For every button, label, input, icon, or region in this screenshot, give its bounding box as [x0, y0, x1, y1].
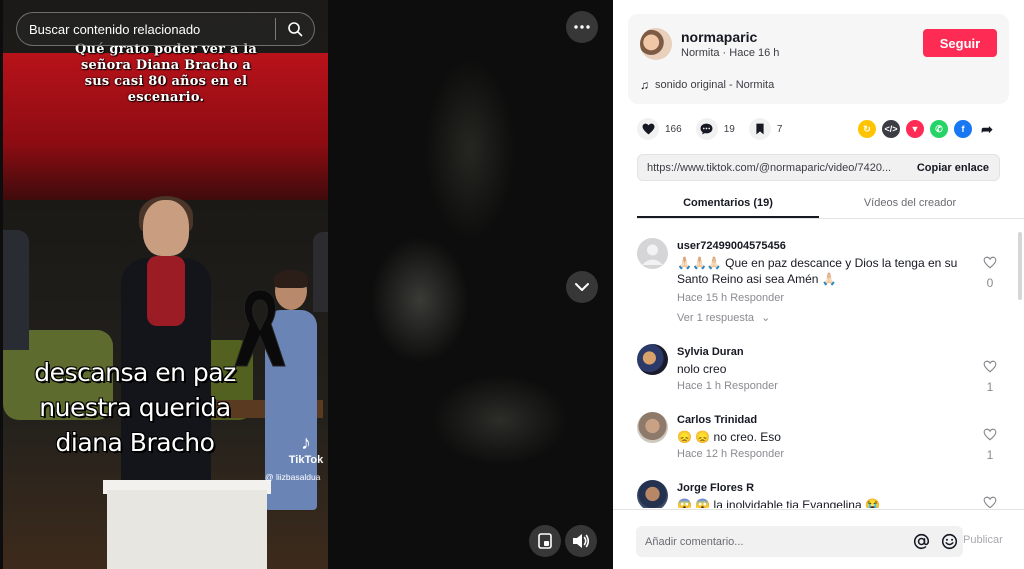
comment-meta[interactable]: Hace 12 h Responder: [677, 448, 784, 460]
search-button[interactable]: [276, 12, 314, 46]
sound-link[interactable]: ♫ sonido original - Normita: [640, 78, 774, 92]
video-player[interactable]: Qué grato poder ver a la señora Diana Br…: [3, 0, 328, 569]
details-panel: normaparic Normita · Hace 16 h Seguir ♫ …: [613, 0, 1024, 569]
emoji-icon: [941, 533, 957, 550]
at-sign-icon: [913, 533, 929, 550]
tiktok-logo-icon: ♪: [301, 432, 311, 454]
video-person-left: [3, 230, 29, 350]
heart-outline-icon: [983, 256, 997, 269]
comment-avatar[interactable]: [637, 412, 668, 443]
facebook-icon[interactable]: f: [954, 120, 972, 138]
video-person-right: [313, 232, 328, 312]
comment-bubble-icon: [695, 118, 718, 140]
comment-avatar[interactable]: [637, 344, 668, 375]
comment-like-count: 1: [986, 448, 994, 462]
panel-tabs: Comentarios (19) Vídeos del creador: [637, 190, 1024, 219]
comment-avatar[interactable]: [637, 480, 668, 508]
tab-comments[interactable]: Comentarios (19): [637, 190, 819, 218]
share-arrow-icon[interactable]: ➦: [978, 120, 996, 138]
comment-username[interactable]: Sylvia Duran: [677, 346, 744, 358]
comment-like-button[interactable]: 1: [981, 360, 999, 394]
comment-like-count: 0: [986, 276, 994, 290]
heart-outline-icon: [983, 360, 997, 373]
video-caption-top: Qué grato poder ver a la señora Diana Br…: [75, 42, 257, 105]
save-action[interactable]: 7: [748, 118, 783, 140]
comment-username[interactable]: user72499004575456: [677, 240, 786, 252]
follow-button[interactable]: Seguir: [923, 29, 997, 57]
sound-name: sonido original - Normita: [655, 79, 775, 91]
comment-like-button[interactable]: 1: [981, 428, 999, 462]
comment-text: 😞 😞 no creo. Eso: [677, 430, 781, 444]
comment-item: Carlos Trinidad 😞 😞 no creo. Eso Hace 12…: [637, 402, 1012, 470]
video-area[interactable]: Qué grato poder ver a la señora Diana Br…: [0, 0, 613, 569]
comment-username[interactable]: Jorge Flores R: [677, 482, 754, 494]
heart-outline-icon: [983, 496, 997, 508]
next-video-button[interactable]: [566, 271, 598, 303]
video-url[interactable]: https://www.tiktok.com/@normaparic/video…: [638, 162, 909, 174]
watermark-brand: TikTok: [288, 454, 324, 466]
copy-link-button[interactable]: Copiar enlace: [909, 162, 999, 174]
creator-username[interactable]: normaparic: [681, 29, 757, 45]
send-to-friends-icon[interactable]: ▼: [906, 120, 924, 138]
publish-button[interactable]: Publicar: [963, 534, 1003, 546]
comment-meta[interactable]: Hace 15 h Responder: [677, 292, 784, 304]
comment-item: Sylvia Duran nolo creo Hace 1 h Responde…: [637, 334, 1012, 402]
more-options-button[interactable]: [566, 11, 598, 43]
repost-icon[interactable]: ↻: [858, 120, 876, 138]
view-replies-label: Ver 1 respuesta: [677, 312, 755, 324]
whatsapp-icon[interactable]: ✆: [930, 120, 948, 138]
view-replies-link[interactable]: Ver 1 respuesta ⌄: [677, 311, 770, 324]
creator-card: normaparic Normita · Hace 16 h Seguir ♫ …: [628, 14, 1009, 104]
mention-button[interactable]: [907, 533, 935, 550]
tab-creator-videos[interactable]: Vídeos del creador: [819, 190, 1001, 218]
video-link-box: https://www.tiktok.com/@normaparic/video…: [637, 154, 1000, 181]
comment-username[interactable]: Carlos Trinidad: [677, 414, 757, 426]
comment-item: user72499004575456 🙏🏻🙏🏻🙏🏻 Que en paz des…: [637, 228, 1012, 334]
speaker-icon: [573, 534, 590, 548]
embed-icon[interactable]: </>: [882, 120, 900, 138]
miniplayer-button[interactable]: [529, 525, 561, 557]
like-count: 166: [665, 123, 682, 135]
watermark-username: @ liizbasaldua: [265, 472, 321, 482]
search-input[interactable]: Buscar contenido relacionado: [17, 22, 275, 37]
comment-like-button[interactable]: 0: [981, 256, 999, 290]
comment-meta[interactable]: Hace 1 h Responder: [677, 380, 778, 392]
comment-text: nolo creo: [677, 362, 727, 376]
creator-avatar[interactable]: [640, 28, 672, 60]
heart-outline-icon: [983, 428, 997, 441]
comment-like-count: 1: [986, 380, 994, 394]
related-search-box[interactable]: Buscar contenido relacionado: [16, 12, 315, 46]
music-note-icon: ♫: [640, 78, 649, 92]
volume-button[interactable]: [565, 525, 597, 557]
video-gift-box: [107, 490, 267, 569]
chevron-down-icon: [575, 283, 589, 291]
heart-icon: [637, 118, 659, 140]
comment-action[interactable]: 19: [695, 118, 735, 140]
comments-scrollbar[interactable]: [1018, 232, 1022, 300]
miniplayer-icon: [538, 533, 552, 549]
comment-input-placeholder: Añadir comentario...: [645, 535, 744, 548]
comment-text: 😱 😱 la inolvidable tia Evangelina 😭: [677, 498, 880, 508]
engagement-actions: 166 19 7: [637, 118, 796, 140]
comment-item: Jorge Flores R 😱 😱 la inolvidable tia Ev…: [637, 470, 1012, 508]
search-icon: [288, 22, 303, 37]
creator-subtitle: Normita · Hace 16 h: [681, 47, 780, 59]
tiktok-watermark: ♪ TikTok: [281, 432, 328, 467]
comment-composer: Añadir comentario... Publicar: [613, 509, 1024, 569]
chevron-down-icon: ⌄: [761, 312, 771, 324]
video-caption-main: descansa en paz nuestra querida diana Br…: [34, 358, 236, 457]
comment-count: 19: [723, 123, 735, 135]
comment-avatar[interactable]: [637, 238, 668, 269]
more-dots-icon: [574, 25, 590, 29]
like-action[interactable]: 166: [637, 118, 682, 140]
comment-list: user72499004575456 🙏🏻🙏🏻🙏🏻 Que en paz des…: [637, 228, 1012, 508]
save-count: 7: [776, 123, 783, 135]
bookmark-icon: [748, 118, 771, 140]
share-options: ↻ </> ▼ ✆ f ➦: [858, 120, 1002, 138]
comment-like-button[interactable]: [981, 496, 999, 508]
emoji-button[interactable]: [935, 533, 963, 550]
comment-text: 🙏🏻🙏🏻🙏🏻 Que en paz descance y Dios la ten…: [677, 256, 958, 286]
comment-input[interactable]: Añadir comentario...: [636, 526, 963, 557]
